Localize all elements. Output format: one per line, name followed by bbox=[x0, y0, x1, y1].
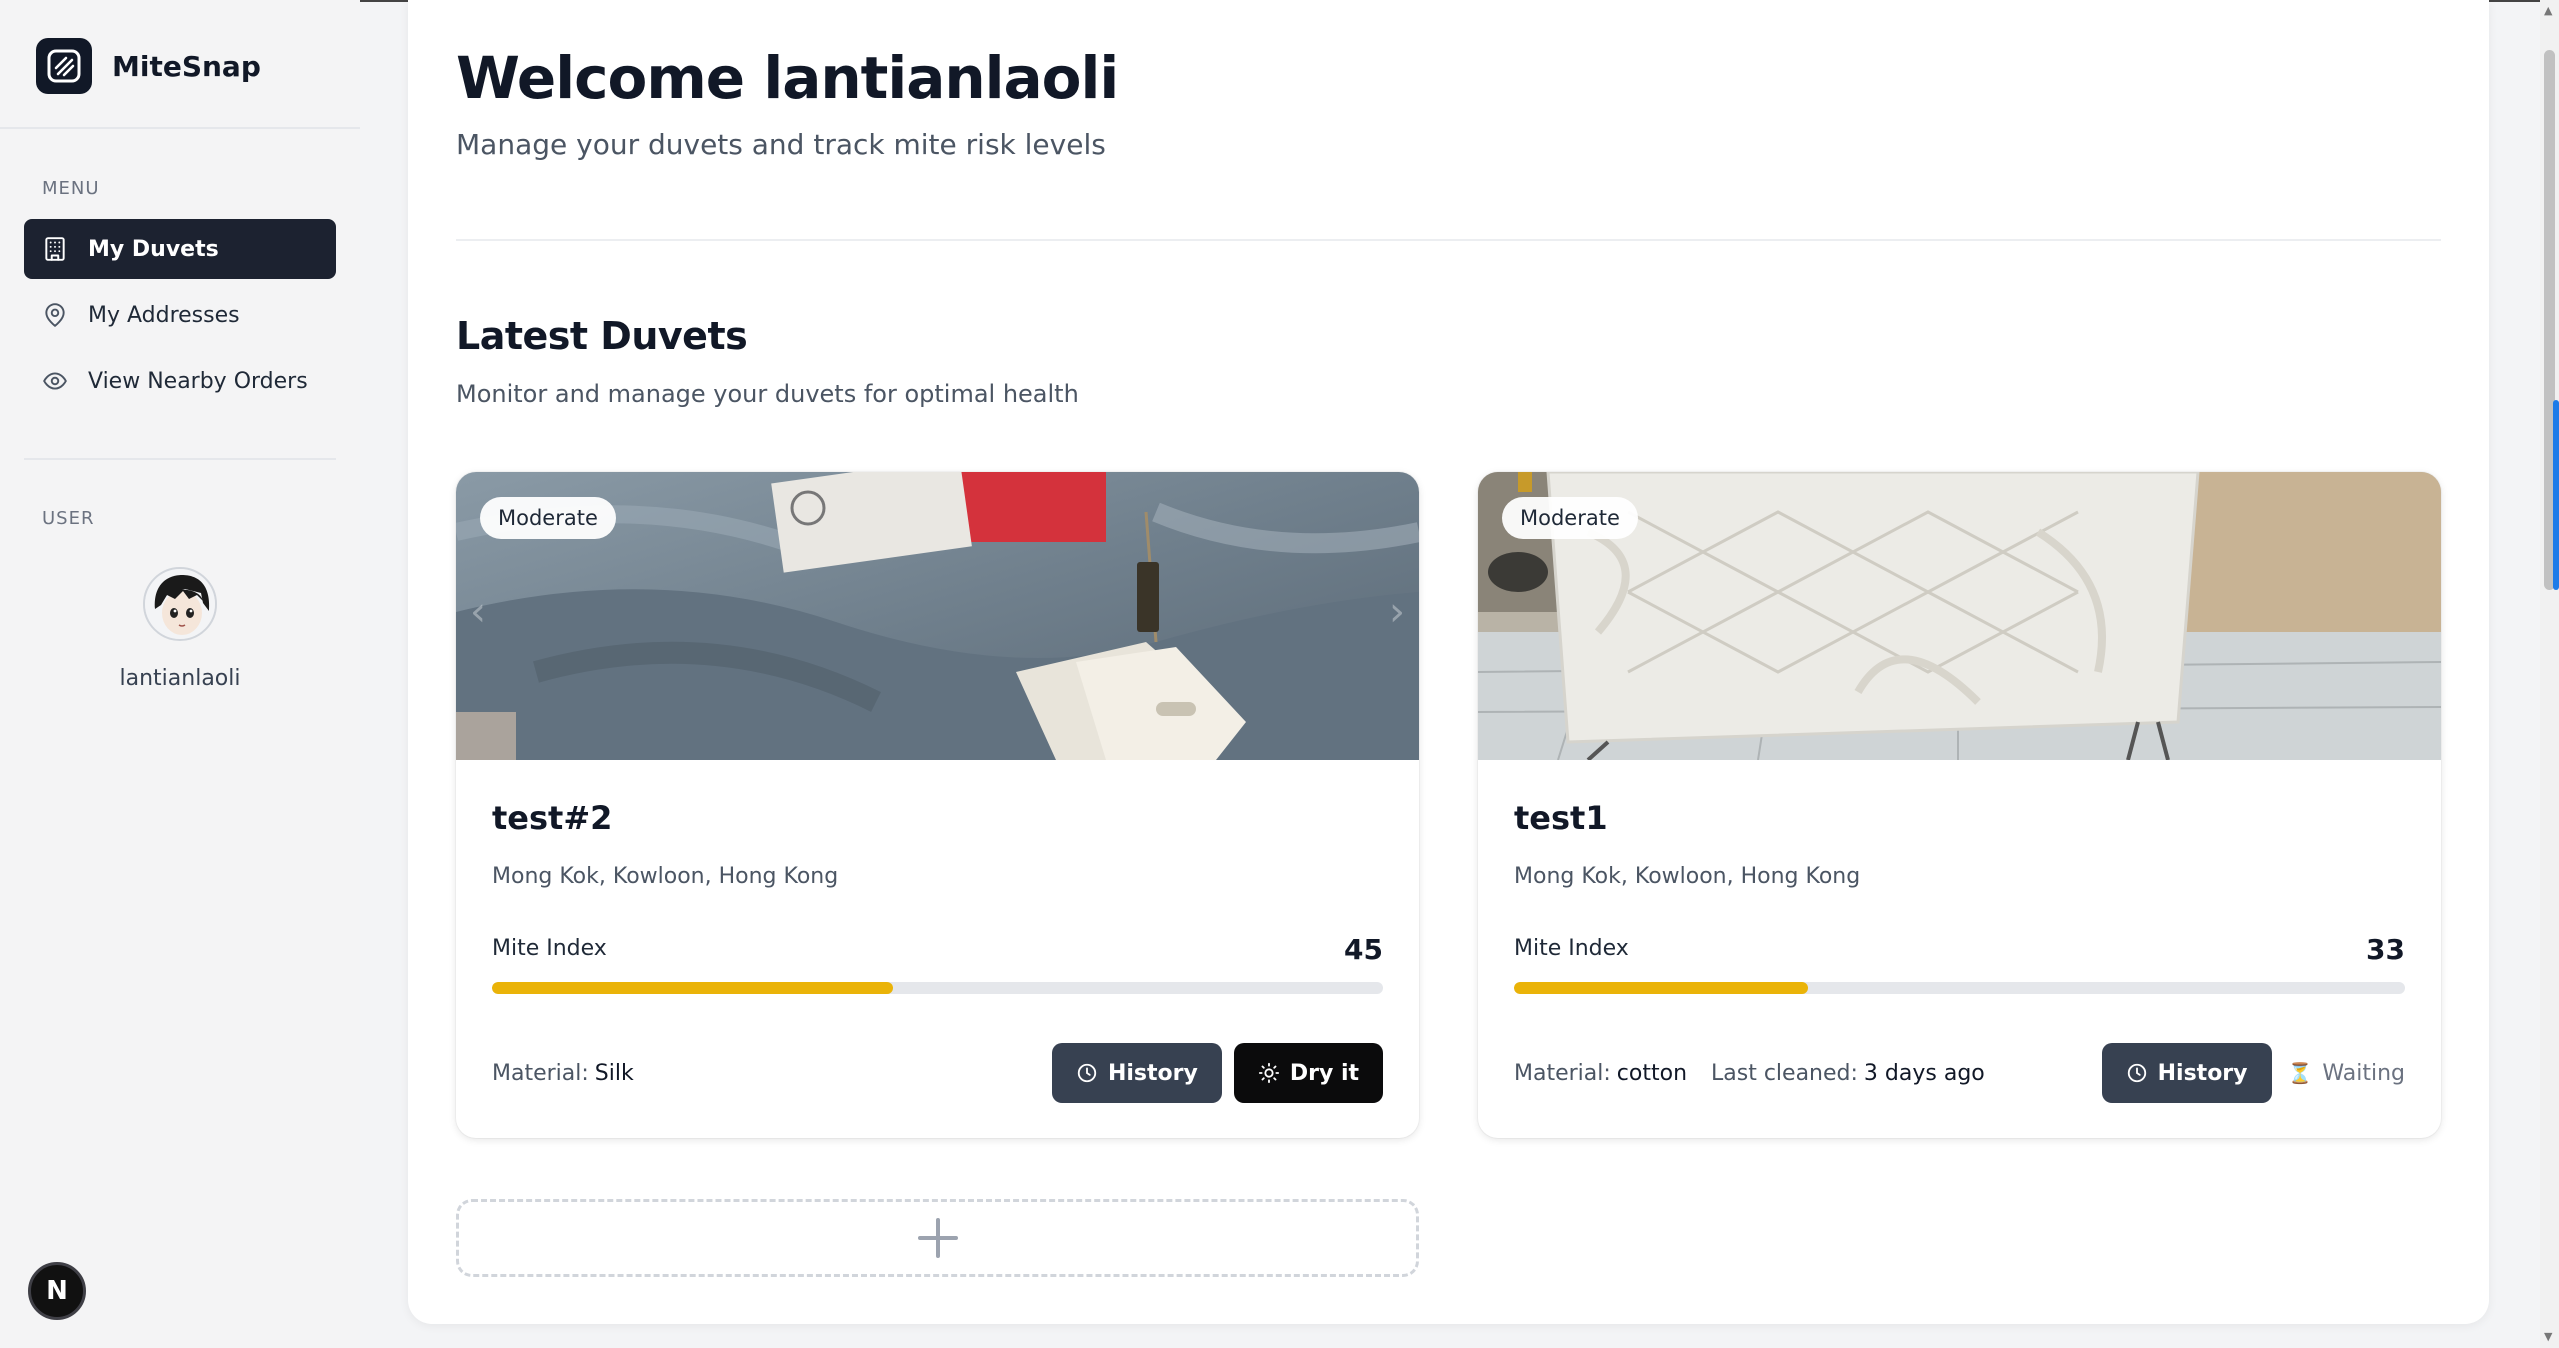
duvet-name: test#2 bbox=[492, 799, 613, 837]
history-button[interactable]: History bbox=[1051, 1043, 1222, 1103]
section-subtitle: Monitor and manage your duvets for optim… bbox=[456, 380, 1079, 408]
mite-index-bar-fill bbox=[1514, 982, 1809, 994]
user-heading: USER bbox=[42, 508, 95, 529]
duvet-location: Mong Kok, Kowloon, Hong Kong bbox=[492, 864, 839, 889]
risk-badge: Moderate bbox=[1502, 497, 1638, 539]
last-cleaned-info: Last cleaned: 3 days ago bbox=[1711, 1061, 1985, 1086]
sidebar-divider bbox=[24, 458, 336, 460]
material-label: Material: bbox=[492, 1060, 589, 1086]
carousel-next-icon[interactable]: › bbox=[1389, 592, 1405, 632]
clock-icon bbox=[2127, 1063, 2146, 1083]
dry-it-button-label: Dry it bbox=[1289, 1060, 1359, 1086]
page-scrollbar[interactable]: ▲ ▼ bbox=[2540, 0, 2559, 1348]
carousel-prev-icon[interactable]: ‹ bbox=[470, 592, 486, 632]
material-info: Material: Silk bbox=[492, 1061, 634, 1086]
sidebar-item-label: My Addresses bbox=[88, 302, 240, 328]
duvet-photo: Moderate ‹ › bbox=[456, 472, 1419, 760]
history-button[interactable]: History bbox=[2101, 1043, 2272, 1103]
mite-index-value: 45 bbox=[1344, 933, 1383, 966]
sidebar-divider bbox=[0, 127, 360, 129]
duvet-location: Mong Kok, Kowloon, Hong Kong bbox=[1514, 864, 1861, 889]
mite-index-label: Mite Index bbox=[492, 936, 607, 961]
history-button-label: History bbox=[1107, 1060, 1198, 1086]
sidebar-item-my-duvets[interactable]: My Duvets bbox=[24, 219, 336, 279]
last-cleaned-value: 3 days ago bbox=[1863, 1060, 1985, 1086]
sidebar-item-my-addresses[interactable]: My Addresses bbox=[24, 285, 336, 345]
plus-icon bbox=[917, 1218, 958, 1258]
main-panel: Welcome lantianlaoli Manage your duvets … bbox=[408, 0, 2489, 1324]
mite-index-bar bbox=[1514, 982, 2405, 994]
header-divider bbox=[456, 239, 2441, 241]
risk-badge: Moderate bbox=[480, 497, 616, 539]
building-icon bbox=[45, 237, 65, 261]
mite-index-bar-fill bbox=[492, 982, 893, 994]
page-subtitle: Manage your duvets and track mite risk l… bbox=[456, 128, 1106, 161]
mite-index-label: Mite Index bbox=[1514, 936, 1629, 961]
user-name: lantianlaoli bbox=[119, 666, 241, 691]
last-cleaned-label: Last cleaned: bbox=[1711, 1060, 1858, 1086]
sun-icon bbox=[1258, 1062, 1279, 1084]
mite-index-value: 33 bbox=[2366, 933, 2405, 966]
map-pin-icon bbox=[45, 303, 65, 327]
mite-index-bar bbox=[492, 982, 1383, 994]
history-button-label: History bbox=[2157, 1060, 2248, 1086]
menu-heading: MENU bbox=[42, 178, 100, 199]
sidebar-item-label: My Duvets bbox=[88, 236, 219, 262]
waiting-status: ⏳ Waiting bbox=[2288, 1061, 2406, 1086]
scrollbar-accent bbox=[2553, 400, 2559, 590]
brand[interactable]: MiteSnap bbox=[36, 38, 261, 94]
eye-icon bbox=[43, 372, 67, 390]
sidebar-item-view-nearby-orders[interactable]: View Nearby Orders bbox=[24, 351, 336, 411]
dry-it-button[interactable]: Dry it bbox=[1233, 1043, 1383, 1103]
duvet-card[interactable]: Moderate ‹ › test#2 Mong Kok, Kowloon, H… bbox=[456, 472, 1419, 1138]
material-info: Material: cotton bbox=[1514, 1061, 1687, 1086]
material-label: Material: bbox=[1514, 1060, 1611, 1086]
clock-icon bbox=[1077, 1063, 1097, 1083]
hourglass-icon: ⏳ bbox=[2287, 1061, 2313, 1085]
add-duvet-button[interactable] bbox=[456, 1199, 1419, 1277]
card-footer: Material: Silk History Dry it bbox=[492, 1043, 1383, 1103]
app-logo-icon bbox=[36, 38, 92, 94]
material-value: Silk bbox=[594, 1060, 634, 1086]
page-title: Welcome lantianlaoli bbox=[456, 44, 1119, 112]
dev-tools-badge[interactable]: N bbox=[28, 1262, 86, 1320]
sidebar: MiteSnap MENU My Duvets My Addresses Vie… bbox=[0, 0, 360, 1348]
sidebar-item-label: View Nearby Orders bbox=[88, 368, 308, 394]
duvet-card[interactable]: Moderate test1 Mong Kok, Kowloon, Hong K… bbox=[1478, 472, 2441, 1138]
avatar[interactable] bbox=[143, 567, 217, 641]
duvet-photo: Moderate bbox=[1478, 472, 2441, 760]
scroll-down-icon[interactable]: ▼ bbox=[2544, 1330, 2552, 1343]
app-name: MiteSnap bbox=[112, 49, 261, 83]
material-value: cotton bbox=[1616, 1060, 1688, 1086]
waiting-status-label: Waiting bbox=[2322, 1060, 2405, 1086]
duvet-name: test1 bbox=[1514, 799, 1608, 837]
scroll-up-icon[interactable]: ▲ bbox=[2544, 4, 2552, 17]
section-title: Latest Duvets bbox=[456, 314, 748, 358]
card-footer: Material: cotton Last cleaned: 3 days ago … bbox=[1514, 1043, 2405, 1103]
